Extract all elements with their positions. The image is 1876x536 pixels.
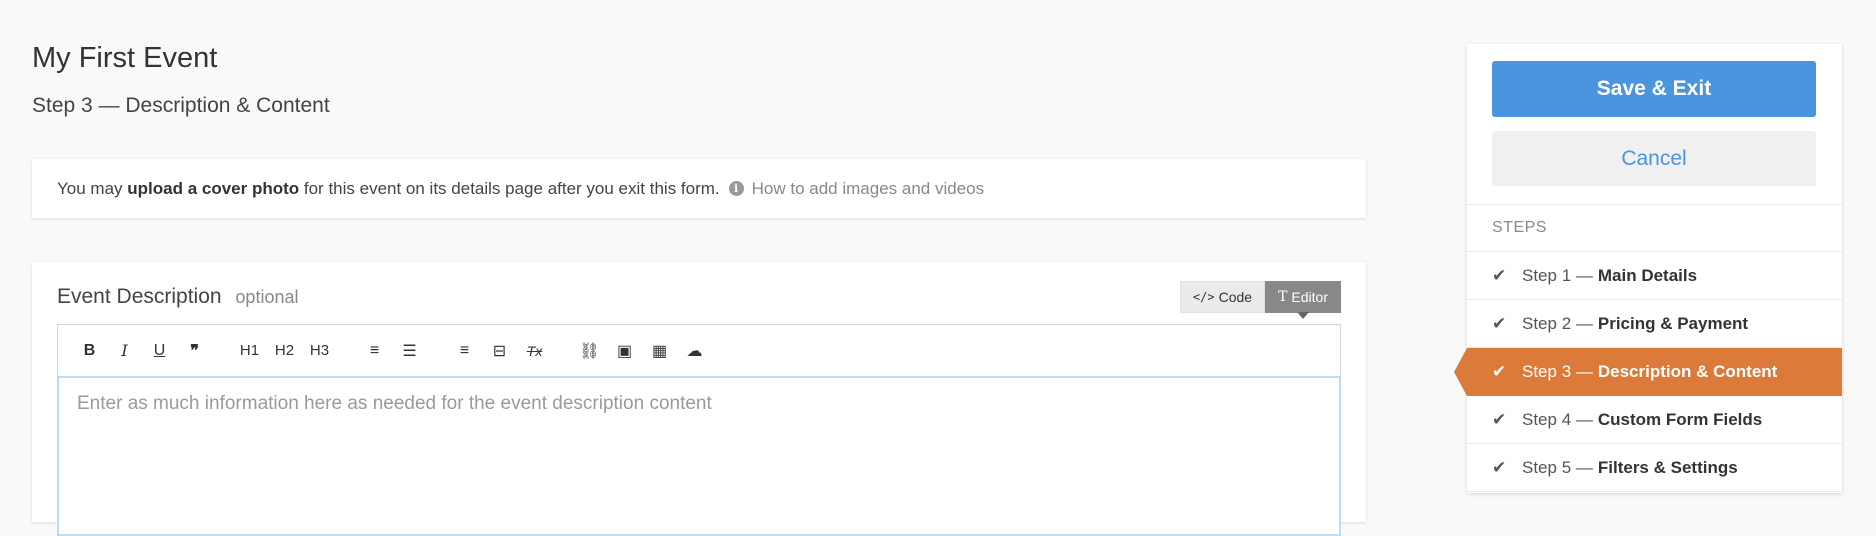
checkmark-icon: ✔ [1492, 457, 1507, 477]
cancel-button[interactable]: Cancel [1492, 131, 1816, 186]
quote-icon: ❞ [190, 342, 199, 360]
step-prefix: Step 2 — [1522, 313, 1593, 333]
checkmark-icon: ✔ [1492, 409, 1507, 429]
italic-button[interactable]: I [107, 336, 142, 366]
ordered-list-icon: ≡ [369, 341, 380, 359]
page-subtitle: Step 3 — Description & Content [32, 94, 330, 117]
text-format-icon: T [1278, 289, 1288, 305]
link-icon: ⛓ [579, 342, 600, 360]
video-icon: ▦ [651, 342, 668, 360]
notice-text-after: for this event on its details page after… [299, 178, 720, 198]
steps-header: STEPS [1467, 204, 1842, 252]
code-icon: </> [1192, 290, 1215, 304]
step-list: ✔ Step 1 — Main Details ✔ Step 2 — Prici… [1454, 252, 1842, 492]
bullet-list-button[interactable]: ☰ [392, 336, 427, 366]
notice-text-before: You may [57, 178, 128, 198]
save-exit-button[interactable]: Save & Exit [1492, 61, 1816, 117]
step-prefix: Step 1 — [1522, 265, 1593, 285]
code-mode-button[interactable]: </> Code [1179, 281, 1266, 313]
horizontal-rule-icon: ⊟ [492, 342, 507, 360]
description-title: Event Description [57, 285, 222, 308]
editor-toolbar: B I U ❞ H1 H2 H3 ≡ ☰ ≡ ⊟ Tx ⛓ ▣ ▦ ☁ [57, 324, 1341, 376]
description-heading: Event Description optional [57, 285, 298, 309]
checkmark-icon: ✔ [1492, 313, 1507, 333]
step-title: Filters & Settings [1597, 457, 1738, 477]
step-item-2[interactable]: ✔ Step 2 — Pricing & Payment [1467, 300, 1842, 348]
help-link[interactable]: How to add images and videos [752, 179, 984, 199]
embed-icon: ☁ [686, 342, 703, 360]
quote-button[interactable]: ❞ [177, 336, 212, 366]
cover-photo-notice: You may upload a cover photo for this ev… [32, 159, 1366, 218]
heading-1-icon: H1 [239, 342, 260, 359]
bold-icon: B [83, 341, 96, 359]
align-left-icon: ≡ [459, 341, 470, 359]
heading-2-button[interactable]: H2 [267, 336, 302, 366]
description-card: Event Description optional </> Code T Ed… [32, 262, 1366, 536]
underline-button[interactable]: U [142, 336, 177, 366]
clear-format-button[interactable]: Tx [517, 336, 552, 366]
checkmark-icon: ✔ [1492, 265, 1507, 285]
step-title: Custom Form Fields [1597, 409, 1763, 429]
step-title: Pricing & Payment [1597, 313, 1749, 333]
align-left-button[interactable]: ≡ [447, 336, 482, 366]
heading-3-icon: H3 [309, 342, 330, 359]
clear-format-icon: Tx [526, 342, 543, 359]
sidebar: Save & Exit Cancel STEPS ✔ Step 1 — Main… [1454, 44, 1842, 493]
ordered-list-button[interactable]: ≡ [357, 336, 392, 366]
code-label: Code [1218, 289, 1253, 305]
step-prefix: Step 5 — [1522, 457, 1593, 477]
image-button[interactable]: ▣ [607, 336, 642, 366]
checkmark-icon: ✔ [1492, 361, 1507, 381]
step-item-1[interactable]: ✔ Step 1 — Main Details [1467, 252, 1842, 300]
step-title: Main Details [1597, 265, 1698, 285]
info-icon: i [728, 181, 744, 196]
mode-toggle: </> Code T Editor [1179, 281, 1341, 319]
video-button[interactable]: ▦ [642, 336, 677, 366]
optional-label: optional [235, 287, 299, 307]
heading-3-button[interactable]: H3 [302, 336, 337, 366]
notice-text-bold: upload a cover photo [127, 178, 300, 198]
step-item-3[interactable]: ✔ Step 3 — Description & Content [1454, 348, 1842, 396]
page-title: My First Event [32, 42, 218, 74]
bold-button[interactable]: B [72, 336, 107, 366]
bullet-list-icon: ☰ [402, 342, 417, 360]
step-item-5[interactable]: ✔ Step 5 — Filters & Settings [1467, 444, 1842, 492]
heading-2-icon: H2 [274, 342, 295, 359]
step-prefix: Step 3 — [1522, 361, 1593, 381]
heading-1-button[interactable]: H1 [232, 336, 267, 366]
description-editor[interactable]: Enter as much information here as needed… [57, 376, 1341, 536]
horizontal-rule-button[interactable]: ⊟ [482, 336, 517, 366]
link-button[interactable]: ⛓ [572, 336, 607, 366]
italic-icon: I [121, 341, 128, 360]
editor-placeholder: Enter as much information here as needed… [77, 393, 712, 414]
editor-label: Editor [1291, 289, 1328, 305]
step-title: Description & Content [1597, 361, 1778, 381]
embed-button[interactable]: ☁ [677, 336, 712, 366]
image-icon: ▣ [616, 342, 633, 360]
editor-mode-button[interactable]: T Editor [1265, 281, 1341, 319]
step-item-4[interactable]: ✔ Step 4 — Custom Form Fields [1467, 396, 1842, 444]
underline-icon: U [153, 341, 166, 359]
step-prefix: Step 4 — [1522, 409, 1593, 429]
